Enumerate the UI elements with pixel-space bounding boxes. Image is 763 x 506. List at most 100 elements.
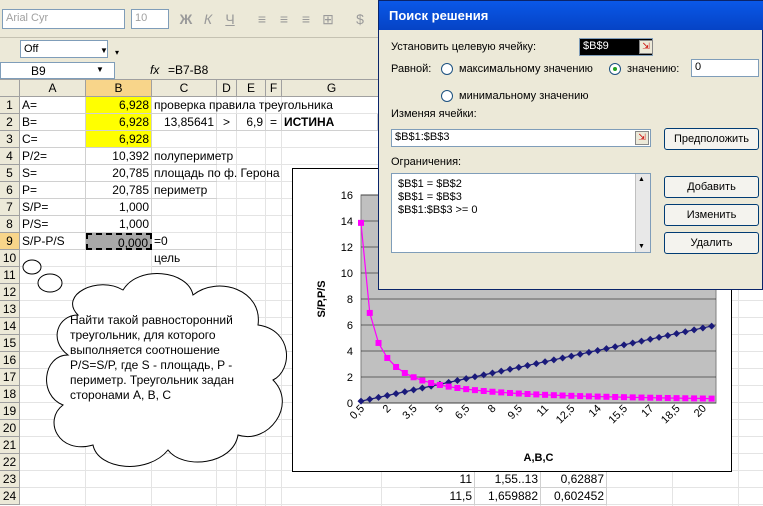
row-header[interactable]: 14 xyxy=(0,318,20,335)
toolbar-dropdown[interactable]: Off xyxy=(20,40,108,58)
cell-a1[interactable]: A= xyxy=(20,97,86,114)
cell-b7[interactable]: 1,000 xyxy=(86,199,152,216)
cell-b9-selected[interactable]: 0,000 xyxy=(86,233,152,250)
row-header[interactable]: 10 xyxy=(0,250,20,267)
cell-g2[interactable]: ИСТИНА xyxy=(282,114,378,131)
column-header-f[interactable]: F xyxy=(266,80,282,97)
cell-a9[interactable]: S/P-P/S xyxy=(20,233,86,250)
cell-c9[interactable]: =0 xyxy=(152,233,217,250)
cell-row24-c[interactable]: 0,602452 xyxy=(541,488,607,505)
row-header[interactable]: 3 xyxy=(0,131,20,148)
cell-b5[interactable]: 20,785 xyxy=(86,165,152,182)
cell-a6[interactable]: P= xyxy=(20,182,86,199)
font-size-select[interactable]: 10 xyxy=(131,9,169,29)
callout-cloud[interactable]: Найти такой равносторонний треугольник, … xyxy=(18,255,308,475)
constraints-list[interactable]: $B$1 = $B$2 $B$1 = $B$3 $B$1:$B$3 >= 0 xyxy=(391,173,651,253)
row-header[interactable]: 19 xyxy=(0,403,20,420)
cell-a5[interactable]: S= xyxy=(20,165,86,182)
align-left-icon[interactable]: ≡ xyxy=(252,9,272,29)
underline-icon[interactable]: Ч xyxy=(220,9,240,29)
cell-a7[interactable]: S/P= xyxy=(20,199,86,216)
cell-c1[interactable]: проверка правила треугольника xyxy=(152,97,333,114)
radio-max[interactable] xyxy=(441,63,453,75)
row-header[interactable]: 2 xyxy=(0,114,20,131)
cell-d2[interactable]: > xyxy=(217,114,237,131)
cell-f2[interactable]: = xyxy=(266,114,282,131)
toolbar-options-icon[interactable]: ▾ xyxy=(115,48,119,57)
row-header[interactable]: 11 xyxy=(0,267,20,284)
constraint-item[interactable]: $B$1 = $B$3 xyxy=(398,191,644,204)
row-header[interactable]: 12 xyxy=(0,284,20,301)
select-all-corner[interactable] xyxy=(0,80,20,97)
row-header[interactable]: 17 xyxy=(0,369,20,386)
column-header-d[interactable]: D xyxy=(217,80,237,97)
row-header[interactable]: 21 xyxy=(0,437,20,454)
column-header-c[interactable]: C xyxy=(152,80,217,97)
chevron-down-icon[interactable]: ▼ xyxy=(100,46,108,55)
cell-c2[interactable]: 13,85641 xyxy=(152,114,217,131)
formula-input[interactable]: =B7-B8 xyxy=(168,63,208,77)
cell-a4[interactable]: P/2= xyxy=(20,148,86,165)
row-header[interactable]: 6 xyxy=(0,182,20,199)
fx-icon[interactable]: fx xyxy=(150,63,159,77)
row-header[interactable]: 4 xyxy=(0,148,20,165)
cell-b6[interactable]: 20,785 xyxy=(86,182,152,199)
cell-b2[interactable]: 6,928 xyxy=(86,114,152,131)
align-right-icon[interactable]: ≡ xyxy=(296,9,316,29)
cell-b1[interactable]: 6,928 xyxy=(86,97,152,114)
change-button[interactable]: Изменить xyxy=(664,204,759,226)
scroll-up-icon[interactable]: ▲ xyxy=(638,176,645,183)
constraint-item[interactable]: $B$1 = $B$2 xyxy=(398,178,644,191)
cell-a2[interactable]: B= xyxy=(20,114,86,131)
cell-row23-a[interactable]: 11 xyxy=(420,471,475,488)
row-header[interactable]: 18 xyxy=(0,386,20,403)
row-header[interactable]: 24 xyxy=(0,488,20,505)
bold-icon[interactable]: Ж xyxy=(176,9,196,29)
guess-button[interactable]: Предположить xyxy=(664,128,759,150)
row-header[interactable]: 8 xyxy=(0,216,20,233)
font-name-select[interactable]: Arial Cyr xyxy=(2,9,125,29)
changing-cells-input[interactable]: $B$1:$B$3 xyxy=(391,129,651,147)
column-header-b[interactable]: B xyxy=(86,80,152,97)
row-header[interactable]: 13 xyxy=(0,301,20,318)
cell-b3[interactable]: 6,928 xyxy=(86,131,152,148)
cell-row24-a[interactable]: 11,5 xyxy=(420,488,475,505)
align-center-icon[interactable]: ≡ xyxy=(274,9,294,29)
row-header[interactable]: 15 xyxy=(0,335,20,352)
row-header[interactable]: 23 xyxy=(0,471,20,488)
cell-row23-b[interactable]: 1,55..13 xyxy=(475,471,541,488)
constraints-scrollbar[interactable]: ▲ ▼ xyxy=(635,174,650,252)
column-header-e[interactable]: E xyxy=(237,80,266,97)
radio-value-of[interactable] xyxy=(609,63,621,75)
cell-e2[interactable]: 6,9 xyxy=(237,114,266,131)
currency-icon[interactable]: $ xyxy=(350,9,370,29)
collapse-changing-icon[interactable]: ⇲ xyxy=(635,131,649,145)
radio-min[interactable] xyxy=(441,90,453,102)
value-of-input[interactable]: 0 xyxy=(691,59,759,77)
cell-c5[interactable]: площадь по ф. Герона xyxy=(152,165,280,182)
cell-c6[interactable]: периметр xyxy=(152,182,217,199)
row-header[interactable]: 5 xyxy=(0,165,20,182)
cell-a3[interactable]: C= xyxy=(20,131,86,148)
row-header[interactable]: 22 xyxy=(0,454,20,471)
collapse-dialog-icon[interactable]: ⇲ xyxy=(639,40,653,54)
column-header-g[interactable]: G xyxy=(282,80,382,97)
name-box-dropdown-icon[interactable]: ▼ xyxy=(96,65,104,74)
cell-row24-b[interactable]: 1,659882 xyxy=(475,488,541,505)
row-header[interactable]: 16 xyxy=(0,352,20,369)
constraint-item[interactable]: $B$1:$B$3 >= 0 xyxy=(398,204,644,217)
italic-icon[interactable]: К xyxy=(198,9,218,29)
cell-b4[interactable]: 10,392 xyxy=(86,148,152,165)
add-button[interactable]: Добавить xyxy=(664,176,759,198)
merge-center-icon[interactable]: ⊞ xyxy=(318,9,338,29)
delete-button[interactable]: Удалить xyxy=(664,232,759,254)
scroll-down-icon[interactable]: ▼ xyxy=(638,243,645,250)
column-header-a[interactable]: A xyxy=(20,80,86,97)
row-header[interactable]: 20 xyxy=(0,420,20,437)
row-header[interactable]: 9 xyxy=(0,233,20,250)
row-header[interactable]: 1 xyxy=(0,97,20,114)
cell-b8[interactable]: 1,000 xyxy=(86,216,152,233)
cell-a8[interactable]: P/S= xyxy=(20,216,86,233)
row-header[interactable]: 7 xyxy=(0,199,20,216)
cell-row23-c[interactable]: 0,62887 xyxy=(541,471,607,488)
